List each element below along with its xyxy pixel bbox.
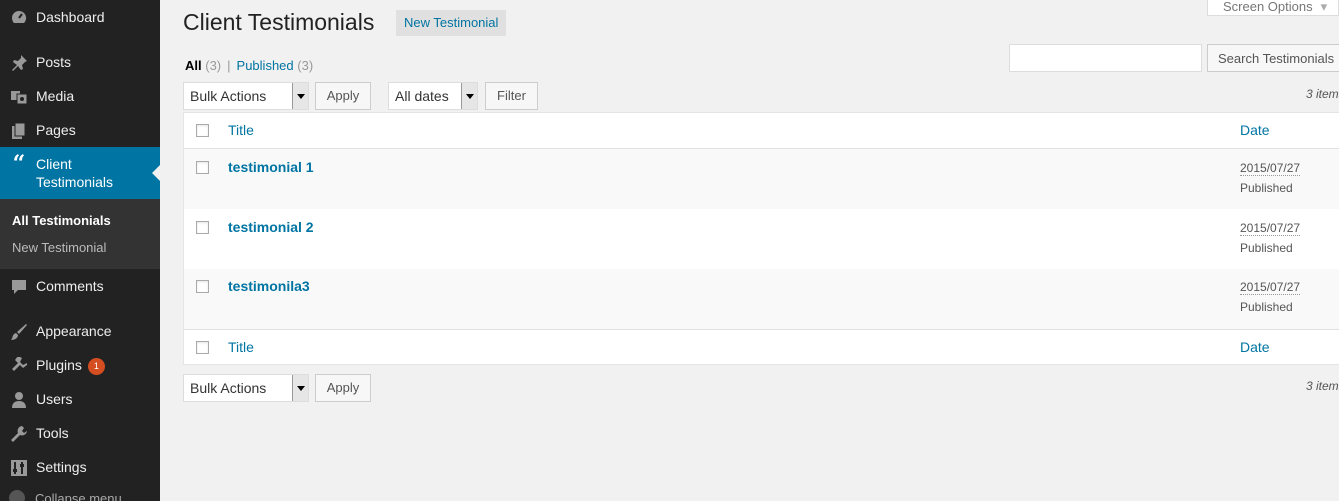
menu-client-testimonials[interactable]: “ Client Testimonials bbox=[0, 147, 160, 199]
row-checkbox[interactable] bbox=[196, 161, 209, 174]
wrench-icon bbox=[9, 424, 29, 444]
view-all[interactable]: All (3) bbox=[185, 58, 221, 73]
items-count-top: 3 items bbox=[1306, 87, 1339, 101]
post-status: Published bbox=[1240, 300, 1293, 314]
caret-down-icon: ▾ bbox=[1320, 0, 1328, 14]
menu-users[interactable]: Users bbox=[0, 383, 160, 417]
select-all-checkbox[interactable] bbox=[196, 124, 209, 137]
quote-icon: “ bbox=[12, 151, 26, 177]
column-title-header[interactable]: Title bbox=[228, 122, 254, 138]
menu-label: Settings bbox=[36, 459, 87, 475]
comment-icon bbox=[9, 277, 29, 297]
update-count-badge: 1 bbox=[87, 358, 105, 375]
admin-sidebar: Dashboard Posts Media Pages “ Client Tes… bbox=[0, 0, 160, 501]
status-views: All (3) | Published (3) bbox=[185, 58, 313, 73]
settings-icon bbox=[9, 458, 29, 478]
table-row: testimonial 1 2015/07/27 Published bbox=[184, 149, 1339, 209]
pin-icon bbox=[9, 53, 29, 73]
add-new-testimonial-button[interactable]: New Testimonial bbox=[396, 10, 507, 36]
menu-label: Media bbox=[36, 88, 75, 104]
menu-pages[interactable]: Pages bbox=[0, 114, 160, 148]
collapse-icon bbox=[9, 490, 25, 501]
menu-media[interactable]: Media bbox=[0, 80, 160, 114]
row-checkbox[interactable] bbox=[196, 280, 209, 293]
dropdown-arrow-icon bbox=[292, 83, 308, 109]
dropdown-arrow-icon bbox=[461, 83, 477, 109]
select-all-checkbox-footer[interactable] bbox=[196, 341, 209, 354]
view-published[interactable]: Published (3) bbox=[237, 58, 314, 73]
dropdown-arrow-icon bbox=[292, 375, 308, 401]
search-input[interactable] bbox=[1009, 44, 1202, 72]
menu-posts[interactable]: Posts bbox=[0, 46, 160, 80]
table-footer-row: Title Date bbox=[184, 329, 1339, 365]
menu-label: Appearance bbox=[36, 323, 112, 339]
post-status: Published bbox=[1240, 181, 1293, 195]
menu-plugins[interactable]: Plugins 1 bbox=[0, 349, 160, 383]
screen-options-toggle[interactable]: Screen Options ▾ bbox=[1207, 0, 1339, 16]
menu-label: Pages bbox=[36, 122, 76, 138]
menu-label: Posts bbox=[36, 54, 72, 70]
menu-tools[interactable]: Tools bbox=[0, 417, 160, 451]
menu-label: Client Testimonials bbox=[36, 156, 114, 190]
testimonials-submenu: All Testimonials New Testimonial bbox=[0, 199, 160, 269]
date-value: 2015/07/27 bbox=[1240, 221, 1301, 236]
column-title-footer[interactable]: Title bbox=[228, 339, 254, 355]
column-date-header[interactable]: Date bbox=[1240, 122, 1270, 138]
pages-icon bbox=[9, 121, 29, 141]
user-icon bbox=[9, 390, 29, 410]
date-filter-value: All dates bbox=[395, 88, 449, 104]
bulk-actions-select-top[interactable]: Bulk Actions bbox=[183, 82, 309, 110]
dashboard-icon bbox=[9, 8, 29, 28]
submenu-new-testimonial[interactable]: New Testimonial bbox=[12, 240, 106, 255]
collapse-label: Collapse menu bbox=[35, 491, 122, 501]
apply-button-bottom[interactable]: Apply bbox=[315, 374, 371, 402]
menu-label: Comments bbox=[36, 278, 104, 294]
view-separator: | bbox=[227, 58, 231, 73]
bulk-actions-value: Bulk Actions bbox=[190, 380, 267, 396]
menu-label: Users bbox=[36, 391, 73, 407]
row-checkbox[interactable] bbox=[196, 221, 209, 234]
menu-dashboard[interactable]: Dashboard bbox=[0, 1, 160, 35]
items-count-bottom: 3 items bbox=[1306, 379, 1339, 393]
menu-appearance[interactable]: Appearance bbox=[0, 315, 160, 349]
collapse-menu-button[interactable]: Collapse menu bbox=[9, 490, 122, 501]
bulk-actions-value: Bulk Actions bbox=[190, 88, 267, 104]
row-title-link[interactable]: testimonial 2 bbox=[228, 219, 314, 235]
testimonials-table: Title Date testimonial 1 2015/07/27 Publ… bbox=[183, 112, 1339, 365]
page-title: Client Testimonials bbox=[183, 9, 375, 35]
menu-label: Plugins 1 bbox=[36, 357, 105, 375]
brush-icon bbox=[9, 322, 29, 342]
row-date: 2015/07/27 Published bbox=[1240, 277, 1301, 317]
plugin-icon bbox=[9, 356, 29, 376]
table-row: testimonial 2 2015/07/27 Published bbox=[184, 209, 1339, 269]
row-title-link[interactable]: testimonial 1 bbox=[228, 159, 314, 175]
row-date: 2015/07/27 Published bbox=[1240, 158, 1301, 198]
submenu-all-testimonials[interactable]: All Testimonials bbox=[12, 213, 111, 228]
filter-button[interactable]: Filter bbox=[485, 82, 538, 110]
date-value: 2015/07/27 bbox=[1240, 280, 1301, 295]
menu-label: Tools bbox=[36, 425, 69, 441]
menu-settings[interactable]: Settings bbox=[0, 451, 160, 485]
row-title-link[interactable]: testimonila3 bbox=[228, 278, 310, 294]
bulk-actions-select-bottom[interactable]: Bulk Actions bbox=[183, 374, 309, 402]
screen-options-label: Screen Options bbox=[1223, 0, 1313, 14]
date-filter-select[interactable]: All dates bbox=[388, 82, 478, 110]
table-header-row: Title Date bbox=[184, 113, 1339, 149]
menu-label: Dashboard bbox=[36, 9, 105, 25]
table-row: testimonila3 2015/07/27 Published bbox=[184, 269, 1339, 329]
search-testimonials-button[interactable]: Search Testimonials bbox=[1207, 44, 1339, 72]
media-icon bbox=[9, 87, 29, 107]
date-value: 2015/07/27 bbox=[1240, 161, 1301, 176]
menu-comments[interactable]: Comments bbox=[0, 270, 160, 304]
row-date: 2015/07/27 Published bbox=[1240, 218, 1301, 258]
apply-button-top[interactable]: Apply bbox=[315, 82, 371, 110]
column-date-footer[interactable]: Date bbox=[1240, 339, 1270, 355]
post-status: Published bbox=[1240, 241, 1293, 255]
